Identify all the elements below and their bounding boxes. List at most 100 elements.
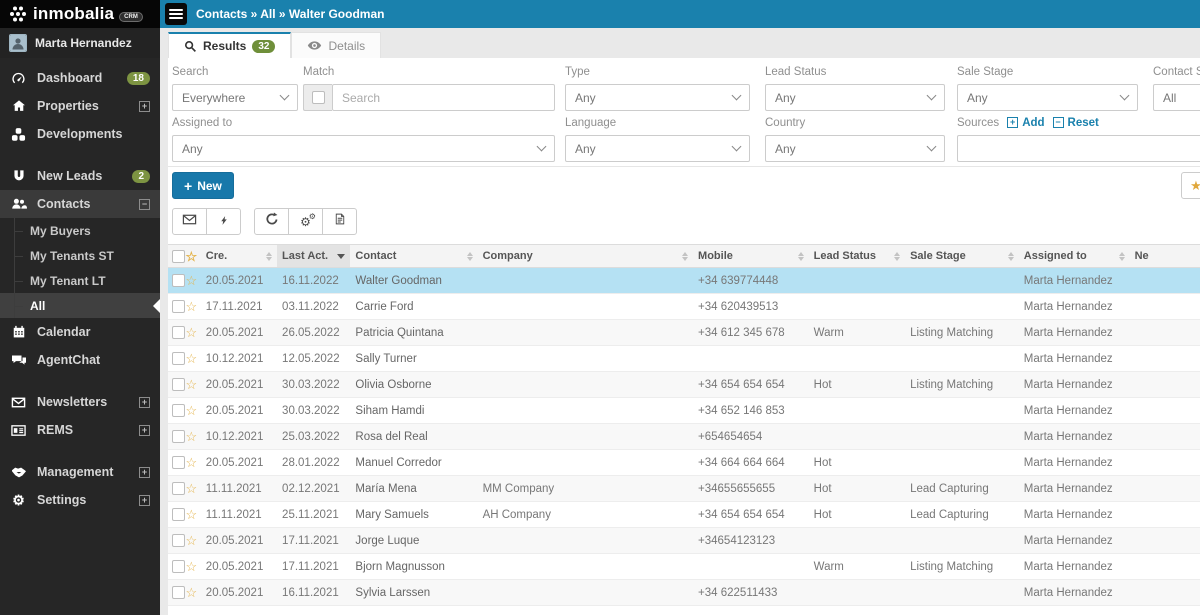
sources-reset-link[interactable]: − Reset xyxy=(1052,117,1099,129)
favorite-star-icon[interactable]: ☆ xyxy=(185,352,200,365)
cell-cre: 10.12.2021 xyxy=(205,352,264,365)
match-checkbox[interactable] xyxy=(311,91,325,104)
sidebar-item-settings[interactable]: ⚙ Settings + xyxy=(0,486,160,514)
table-row[interactable]: ☆ 20.05.2021 16.11.2022 Walter Goodman +34 6… xyxy=(168,268,1200,294)
table-row[interactable]: ☆ 20.05.2021 30.03.2022 Siham Hamdi +34 652 … xyxy=(168,398,1200,424)
favorite-star-icon[interactable]: ☆ xyxy=(185,482,200,495)
sidebar-item-my-tenants-st[interactable]: My Tenants ST xyxy=(0,243,160,268)
tab-results[interactable]: Results 32 xyxy=(168,32,292,58)
column-header-assigned_to[interactable]: Assigned to xyxy=(1019,245,1130,267)
filter-language-select[interactable]: Any xyxy=(565,135,750,162)
filter-lead-status-select[interactable]: Any xyxy=(765,84,945,111)
table-row[interactable]: ☆ 10.12.2021 25.03.2022 Rosa del Real +65465… xyxy=(168,424,1200,450)
sidebar-item-dashboard[interactable]: Dashboard 18 xyxy=(0,64,160,92)
column-header-mobile[interactable]: Mobile xyxy=(693,245,809,267)
tab-details[interactable]: Details xyxy=(291,32,382,58)
favorites-filter-button[interactable]: ★ xyxy=(1181,172,1200,199)
filter-search-scope-select[interactable]: Everywhere xyxy=(172,84,298,111)
favorite-star-icon[interactable]: ☆ xyxy=(185,560,200,573)
favorite-star-icon[interactable]: ☆ xyxy=(185,456,200,469)
expand-plus-icon[interactable]: + xyxy=(139,494,150,506)
filter-country-select[interactable]: Any xyxy=(765,135,945,162)
favorite-star-icon[interactable]: ☆ xyxy=(185,300,200,313)
sidebar-item-new-leads[interactable]: New Leads 2 xyxy=(0,162,160,190)
favorite-star-icon[interactable]: ☆ xyxy=(185,378,200,391)
table-row[interactable]: ☆ 20.05.2021 30.03.2022 Olivia Osborne +34 6… xyxy=(168,372,1200,398)
chevron-down-icon xyxy=(926,141,937,152)
collapse-minus-icon[interactable]: − xyxy=(139,198,150,210)
sidebar-item-management[interactable]: Management + xyxy=(0,458,160,486)
favorite-star-icon[interactable]: ☆ xyxy=(185,534,200,547)
cell-mobile: +34 664 664 664 xyxy=(698,456,785,469)
row-checkbox[interactable] xyxy=(172,456,185,469)
column-header-contact[interactable]: Contact xyxy=(350,245,477,267)
email-button[interactable] xyxy=(172,208,207,235)
favorite-star-icon[interactable]: ☆ xyxy=(185,326,200,339)
hamburger-menu-icon[interactable] xyxy=(165,3,187,25)
table-row[interactable]: ☆ 20.05.2021 16.11.2021 Sylvia Larssen +34 6… xyxy=(168,580,1200,606)
toolbar: ⚙ ⚙ xyxy=(168,203,1200,244)
table-row[interactable]: ☆ 10.12.2021 12.05.2022 Sally Turner Marta H… xyxy=(168,346,1200,372)
sidebar-item-agentchat[interactable]: AgentChat xyxy=(0,346,160,374)
sources-add-link[interactable]: + Add xyxy=(1007,117,1045,129)
sidebar-item-calendar[interactable]: Calendar xyxy=(0,318,160,346)
expand-plus-icon[interactable]: + xyxy=(139,424,150,436)
filter-type-select[interactable]: Any xyxy=(565,84,750,111)
expand-plus-icon[interactable]: + xyxy=(139,396,150,408)
sources-input[interactable] xyxy=(957,135,1200,162)
table-row[interactable]: ☆ 11.11.2021 02.12.2021 María Mena MM Compan… xyxy=(168,476,1200,502)
table-row[interactable]: ☆ 20.05.2021 28.01.2022 Manuel Corredor +34 … xyxy=(168,450,1200,476)
table-row[interactable]: ☆ 11.11.2021 25.11.2021 Mary Samuels AH Comp… xyxy=(168,502,1200,528)
favorite-star-icon[interactable]: ☆ xyxy=(185,274,200,287)
expand-plus-icon[interactable]: + xyxy=(139,466,150,478)
bulk-actions-button[interactable]: ⚙ ⚙ xyxy=(288,208,323,235)
row-checkbox[interactable] xyxy=(172,326,185,339)
favorite-star-icon[interactable]: ☆ xyxy=(185,430,200,443)
sidebar-item-my-buyers[interactable]: My Buyers xyxy=(0,218,160,243)
row-checkbox[interactable] xyxy=(172,300,185,313)
table-row[interactable]: ☆ 17.11.2021 03.11.2022 Carrie Ford +34 6204… xyxy=(168,294,1200,320)
filter-sale-stage-select[interactable]: Any xyxy=(957,84,1138,111)
favorite-star-icon[interactable]: ☆ xyxy=(185,586,200,599)
favorite-star-icon[interactable]: ☆ xyxy=(185,508,200,521)
select-all-checkbox[interactable] xyxy=(172,249,185,263)
sidebar-item-rems[interactable]: REMS + xyxy=(0,416,160,444)
row-checkbox[interactable] xyxy=(172,378,185,391)
export-button[interactable] xyxy=(322,208,357,235)
table-row[interactable]: ☆ 20.05.2021 17.11.2021 Jorge Luque +3465412… xyxy=(168,528,1200,554)
column-header-cre[interactable]: Cre. xyxy=(201,245,277,267)
row-checkbox[interactable] xyxy=(172,560,185,573)
row-checkbox[interactable] xyxy=(172,430,185,443)
row-checkbox[interactable] xyxy=(172,274,185,287)
column-header-sale_stage[interactable]: Sale Stage xyxy=(905,245,1019,267)
row-checkbox[interactable] xyxy=(172,508,185,521)
cell-contact: Mary Samuels xyxy=(355,508,429,521)
table-row[interactable]: ☆ 20.05.2021 26.05.2022 Patricia Quintana +3… xyxy=(168,320,1200,346)
search-input[interactable] xyxy=(332,84,555,111)
sidebar-item-newsletters[interactable]: Newsletters + xyxy=(0,388,160,416)
sidebar-item-developments[interactable]: Developments xyxy=(0,120,160,148)
refresh-button[interactable] xyxy=(254,208,289,235)
row-checkbox[interactable] xyxy=(172,586,185,599)
sidebar-item-all[interactable]: All xyxy=(0,293,160,318)
row-checkbox[interactable] xyxy=(172,534,185,547)
favorite-star-icon[interactable]: ☆ xyxy=(185,404,200,417)
column-header-company[interactable]: Company xyxy=(478,245,693,267)
new-contact-button[interactable]: + New xyxy=(172,172,234,199)
expand-plus-icon[interactable]: + xyxy=(139,100,150,112)
filter-field-language: Language Any xyxy=(565,115,750,162)
table-row[interactable]: ☆ 20.05.2021 17.11.2021 Bjorn Magnusson Warm… xyxy=(168,554,1200,580)
sidebar-item-my-tenant-lt[interactable]: My Tenant LT xyxy=(0,268,160,293)
filter-assigned-to-select[interactable]: Any xyxy=(172,135,555,162)
column-header-ne[interactable]: Ne xyxy=(1130,245,1200,267)
row-checkbox[interactable] xyxy=(172,404,185,417)
sidebar-item-contacts[interactable]: Contacts − xyxy=(0,190,160,218)
column-header-lead_status[interactable]: Lead Status xyxy=(809,245,905,267)
user-profile[interactable]: Marta Hernandez xyxy=(0,28,160,58)
quick-action-button[interactable] xyxy=(206,208,241,235)
row-checkbox[interactable] xyxy=(172,482,185,495)
sidebar-item-properties[interactable]: Properties + xyxy=(0,92,160,120)
row-checkbox[interactable] xyxy=(172,352,185,365)
filter-contact-status-select[interactable]: All xyxy=(1153,84,1200,111)
column-header-last_act[interactable]: Last Act. xyxy=(277,245,351,267)
